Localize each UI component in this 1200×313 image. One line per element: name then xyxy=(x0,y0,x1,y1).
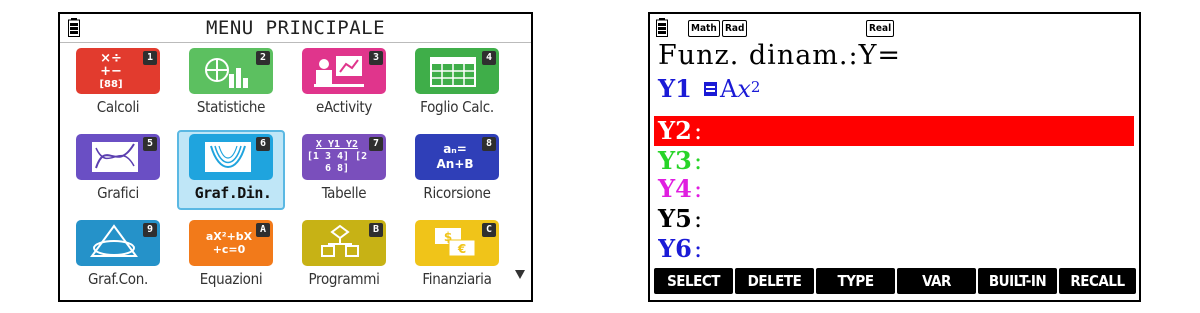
svg-text:€: € xyxy=(457,242,466,256)
spreadsheet-icon: 4 xyxy=(415,48,499,94)
recursion-icon: aₙ= An+B 8 xyxy=(415,134,499,180)
dynamic-graph-screen: Math Rad Real Funz. dinam.:Y= Y1 Ax2 Y2 … xyxy=(648,12,1141,302)
scroll-down-arrow-icon[interactable] xyxy=(515,270,525,279)
menu-header: MENU PRINCIPALE xyxy=(60,14,531,43)
select-softkey[interactable]: SELECT xyxy=(654,268,733,294)
function-name: Y1 xyxy=(658,74,692,103)
var-softkey[interactable]: VAR xyxy=(897,268,976,294)
table-icon: X Y1 Y2 [1 3 4] [2 6 8] 7 xyxy=(302,134,386,180)
finance-icon: $ € C xyxy=(415,220,499,266)
menu-title: MENU PRINCIPALE xyxy=(205,17,386,39)
app-eactivity[interactable]: 3 eActivity xyxy=(290,44,398,124)
eactivity-icon: 3 xyxy=(302,48,386,94)
statistics-icon: 2 xyxy=(189,48,273,94)
main-menu-screen: MENU PRINCIPALE ×÷ +− [88] 1 Calcoli 2 S… xyxy=(58,12,533,302)
app-statistiche[interactable]: 2 Statistiche xyxy=(177,44,285,124)
built-in-softkey[interactable]: BUILT-IN xyxy=(978,268,1057,294)
function-name: Y2 xyxy=(658,116,692,145)
function-row-y5[interactable]: Y5 : xyxy=(658,204,1134,234)
app-ricorsione[interactable]: aₙ= An+B 8 Ricorsione xyxy=(403,130,511,210)
app-label: Calcoli xyxy=(96,98,140,116)
app-graf-con[interactable]: 9 Graf.Con. xyxy=(64,216,172,296)
app-foglio-calc[interactable]: 4 Foglio Calc. xyxy=(403,44,511,124)
selected-equals-icon[interactable] xyxy=(704,82,717,96)
function-key-bar: SELECT DELETE TYPE VAR BUILT-IN RECALL xyxy=(654,268,1136,294)
function-row-y1[interactable]: Y1 Ax2 xyxy=(658,74,1134,104)
app-tabelle[interactable]: X Y1 Y2 [1 3 4] [2 6 8] 7 Tabelle xyxy=(290,130,398,210)
app-programmi[interactable]: B Programmi xyxy=(290,216,398,296)
app-graf-din[interactable]: 6 Graf.Din. xyxy=(177,130,285,210)
calculator-icon: ×÷ +− [88] 1 xyxy=(76,48,160,94)
app-grid: ×÷ +− [88] 1 Calcoli 2 Statistiche 3 eAc… xyxy=(64,44,516,300)
graph-icon: 5 xyxy=(76,134,160,180)
dynamic-graph-icon: 6 xyxy=(189,134,273,180)
function-row-y3[interactable]: Y3 : xyxy=(658,146,1134,176)
app-grafici[interactable]: 5 Grafici xyxy=(64,130,172,210)
app-finanziaria[interactable]: $ € C Finanziaria xyxy=(403,216,511,296)
conic-graph-icon: 9 xyxy=(76,220,160,266)
math-mode-badge: Math xyxy=(688,20,720,37)
type-softkey[interactable]: TYPE xyxy=(816,268,895,294)
angle-mode-badge: Rad xyxy=(722,20,748,37)
battery-icon xyxy=(656,18,668,37)
complex-mode-badge: Real xyxy=(866,20,895,37)
status-bar: Math Rad Real xyxy=(656,18,1126,38)
equation-icon: aX²+bX +c=0 A xyxy=(189,220,273,266)
app-equazioni[interactable]: aX²+bX +c=0 A Equazioni xyxy=(177,216,285,296)
function-expression[interactable]: Ax2 xyxy=(720,74,760,104)
function-row-y6[interactable]: Y6 : xyxy=(658,234,1134,264)
program-icon: B xyxy=(302,220,386,266)
screen-title: Funz. dinam.:Y= xyxy=(658,40,902,71)
app-calcoli[interactable]: ×÷ +− [88] 1 Calcoli xyxy=(64,44,172,124)
function-row-y2[interactable]: Y2 : xyxy=(654,116,1134,146)
recall-softkey[interactable]: RECALL xyxy=(1059,268,1136,294)
delete-softkey[interactable]: DELETE xyxy=(735,268,814,294)
function-row-y4[interactable]: Y4 : xyxy=(658,174,1134,204)
